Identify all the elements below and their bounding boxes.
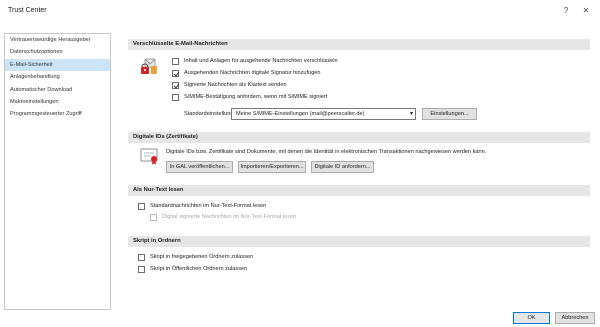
script-public-folders-checkbox[interactable] <box>138 266 145 273</box>
read-signed-plain-text-label: Digital signierte Nachrichten im Nur-Tex… <box>162 214 297 220</box>
read-signed-plain-text-checkbox[interactable] <box>150 214 157 221</box>
encryption-settings-button[interactable]: Einstellungen... <box>422 108 477 120</box>
send-clear-text-label: Signierte Nachrichten als Klartext sende… <box>184 82 287 88</box>
sidebar-item-automatic-download[interactable]: Automatischer Download <box>5 84 110 96</box>
section-heading-digital-ids: Digitale IDs (Zertifikate) <box>128 132 590 143</box>
sidebar-item-trusted-publishers[interactable]: Vertrauenswürdige Herausgeber <box>5 34 110 46</box>
encrypted-mail-lock-icon <box>141 58 157 74</box>
category-list: Vertrauenswürdige Herausgeber Datenschut… <box>4 33 111 310</box>
get-digital-id-button[interactable]: Digitale ID anfordern... <box>311 161 374 173</box>
read-plain-text-checkbox[interactable] <box>138 203 145 210</box>
section-heading-plain-text: Als Nur-Text lesen <box>128 185 590 196</box>
window-title: Trust Center <box>8 7 47 14</box>
close-icon[interactable]: ✕ <box>578 4 594 18</box>
read-plain-text-label: Standardnachrichten im Nur-Text-Format l… <box>150 203 267 209</box>
chevron-down-icon: ▾ <box>409 111 413 117</box>
sidebar-item-email-security[interactable]: E-Mail-Sicherheit <box>5 58 110 72</box>
send-clear-text-checkbox[interactable] <box>172 82 179 89</box>
section-heading-script-folders: Skript in Ordnern <box>128 236 590 247</box>
help-icon[interactable]: ? <box>558 4 574 18</box>
settings-panel: Verschlüsselte E-Mail-Nachrichten Inhalt… <box>128 33 590 310</box>
cancel-button[interactable]: Abbrechen <box>555 312 595 324</box>
ok-button[interactable]: OK <box>513 312 550 324</box>
default-setting-select[interactable]: Meine S/MIME-Einstellungen (mail@peersca… <box>231 108 416 120</box>
default-setting-value: Meine S/MIME-Einstellungen (mail@peersca… <box>236 111 365 117</box>
add-signature-checkbox[interactable] <box>172 70 179 77</box>
title-bar: Trust Center ? ✕ <box>0 0 600 26</box>
script-public-folders-label: Skript in Öffentlichen Ordnern zulassen <box>150 266 248 272</box>
import-export-button[interactable]: Importieren/Exportieren... <box>238 161 306 173</box>
sidebar-item-attachment-handling[interactable]: Anlagenbehandlung <box>5 71 110 83</box>
sidebar-item-privacy-options[interactable]: Datenschutzoptionen <box>5 46 110 58</box>
encrypt-content-checkbox[interactable] <box>172 58 179 65</box>
script-shared-folders-checkbox[interactable] <box>138 254 145 261</box>
sidebar-item-macro-settings[interactable]: Makroeinstellungen <box>5 96 110 108</box>
sidebar-item-programmatic-access[interactable]: Programmgesteuerter Zugriff <box>5 108 110 120</box>
smime-receipt-checkbox[interactable] <box>172 94 179 101</box>
default-setting-label: Standardeinstellung: <box>184 111 236 117</box>
digital-ids-description: Digitale IDs bzw. Zertifikate sind Dokum… <box>166 149 487 155</box>
add-signature-label: Ausgehenden Nachrichten digitale Signatu… <box>184 70 321 76</box>
certificate-icon <box>140 148 158 165</box>
publish-to-gal-button[interactable]: In GAL veröffentlichen... <box>166 161 233 173</box>
section-heading-encrypted-email: Verschlüsselte E-Mail-Nachrichten <box>128 39 590 50</box>
encrypt-content-label: Inhalt und Anlagen für ausgehende Nachri… <box>184 58 338 64</box>
dialog-footer: OK Abbrechen <box>0 310 600 327</box>
script-shared-folders-label: Skript in freigegebenen Ordnern zulassen <box>150 254 254 260</box>
smime-receipt-label: S/MIME-Bestätigung anfordern, wenn mit S… <box>184 94 328 100</box>
